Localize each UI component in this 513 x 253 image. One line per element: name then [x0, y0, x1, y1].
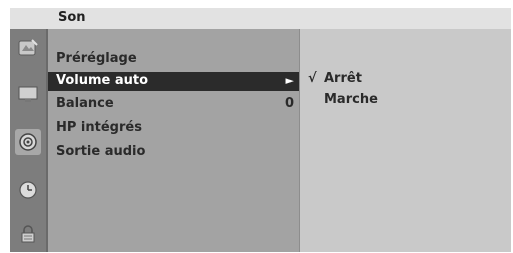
menu-item-audio-out[interactable]: Sortie audio — [48, 143, 299, 162]
category-icon-column — [10, 29, 46, 252]
category-time[interactable] — [15, 177, 41, 203]
menu-item-value: 0 — [284, 96, 294, 111]
menu-item-preset[interactable]: Préréglage — [48, 50, 299, 69]
check-icon: √ — [308, 71, 317, 86]
option-label: Marche — [324, 92, 378, 107]
sound-icon — [19, 133, 37, 151]
category-picture[interactable] — [15, 36, 41, 62]
menu-item-label: Préréglage — [56, 51, 137, 66]
menu-item-auto-volume[interactable]: Volume auto ► — [48, 72, 299, 91]
menu-item-label: Balance — [56, 96, 114, 111]
menu-item-label: HP intégrés — [56, 120, 142, 135]
category-lock[interactable] — [15, 221, 41, 247]
menu-item-label: Sortie audio — [56, 144, 146, 159]
menu-item-speakers[interactable]: HP intégrés — [48, 119, 299, 138]
option-label: Arrêt — [324, 71, 362, 86]
osd-menu-window: Son Préréglage Volume auto ► Balance 0 H… — [10, 8, 511, 252]
menu-title: Son — [58, 10, 86, 25]
auto-volume-submenu: √ Arrêt Marche — [299, 29, 511, 252]
category-screen[interactable] — [15, 81, 41, 107]
screen-icon — [18, 86, 38, 102]
lock-icon — [21, 225, 35, 243]
option-on[interactable]: Marche — [308, 92, 488, 110]
picture-icon — [18, 39, 38, 56]
title-bar: Son — [10, 8, 511, 29]
menu-item-label: Volume auto — [56, 73, 149, 88]
time-icon — [19, 181, 37, 199]
option-off[interactable]: √ Arrêt — [308, 71, 488, 89]
menu-item-balance[interactable]: Balance 0 — [48, 95, 299, 114]
sound-menu-panel: Préréglage Volume auto ► Balance 0 HP in… — [48, 29, 299, 252]
submenu-arrow-icon: ► — [285, 74, 294, 87]
category-sound[interactable] — [15, 129, 41, 155]
